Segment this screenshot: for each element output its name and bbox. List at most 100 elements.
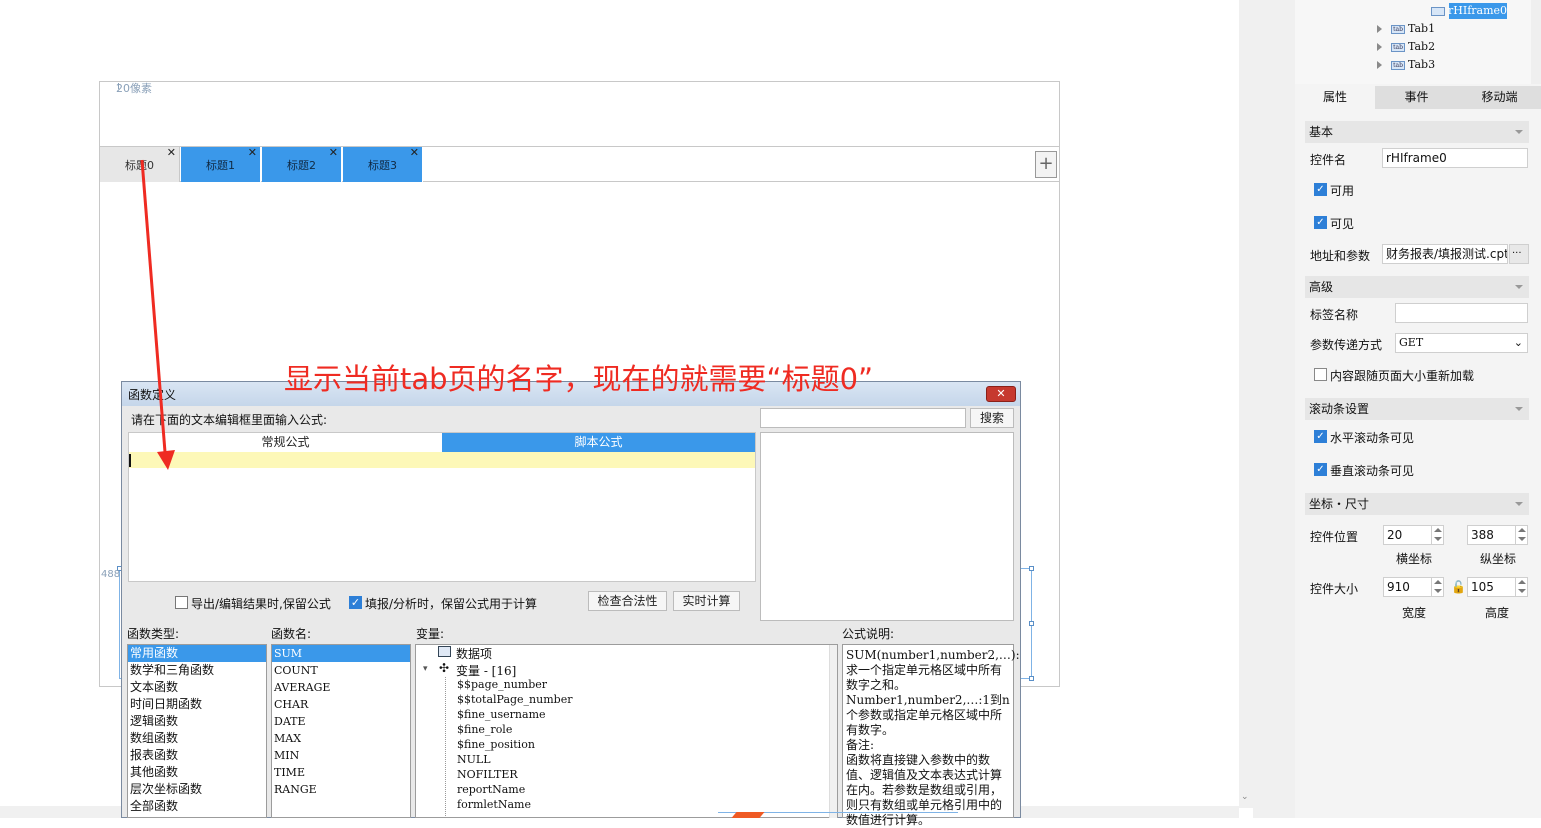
vertical-scrollbar[interactable] [1239, 0, 1253, 808]
formula-current-line[interactable] [129, 452, 755, 468]
close-icon[interactable]: ✕ [248, 146, 257, 159]
list-item[interactable]: CHAR [272, 696, 410, 713]
resize-reload-checkbox[interactable] [1314, 368, 1327, 381]
list-item[interactable]: RANGE [272, 781, 410, 798]
resize-handle[interactable] [1029, 676, 1034, 681]
height-caption: 高度 [1485, 606, 1510, 620]
chevron-right-icon[interactable] [1377, 43, 1382, 51]
chevron-down-icon[interactable]: ⌄ [1241, 792, 1251, 802]
tree-node-data-item[interactable]: 数据项 [456, 645, 492, 662]
enabled-label: 可用 [1330, 184, 1355, 198]
list-item[interactable]: 时间日期函数 [128, 696, 266, 713]
tab-normal-formula[interactable]: 常规公式 [129, 433, 442, 452]
control-name-input[interactable]: rHIframe0 [1382, 148, 1528, 168]
width-input[interactable]: 910 [1383, 577, 1444, 597]
url-browse-button[interactable]: ··· [1509, 244, 1529, 264]
list-item[interactable]: MAX [272, 730, 410, 747]
list-item[interactable]: SUM [272, 645, 410, 662]
lock-icon[interactable]: 🔓 [1451, 580, 1466, 594]
tree-node-tab2[interactable]: tab Tab2 [1391, 40, 1435, 53]
v-scroll-checkbox[interactable]: ✓ [1314, 463, 1327, 476]
tree-scrollbar[interactable] [1531, 0, 1541, 84]
tab-properties[interactable]: 属性 [1295, 86, 1375, 109]
chevron-right-icon[interactable] [1377, 61, 1382, 69]
search-results-box[interactable] [760, 432, 1014, 621]
h-scroll-checkbox[interactable]: ✓ [1314, 430, 1327, 443]
variable-item[interactable]: reportName [457, 783, 525, 796]
section-scrollbar[interactable]: 滚动条设置 [1305, 398, 1529, 420]
tab-mobile[interactable]: 移动端 [1458, 86, 1541, 109]
variable-item[interactable]: $$page_number [457, 678, 547, 691]
tree-node-label: rHIframe0 [1448, 4, 1508, 17]
tab-title3[interactable]: 标题3 ✕ [343, 146, 423, 182]
tab-title0[interactable]: 标题0 ✕ [100, 146, 180, 182]
variable-item[interactable]: $fine_role [457, 723, 512, 736]
variable-item[interactable]: formletName [457, 798, 531, 811]
variable-item[interactable]: NULL [457, 753, 491, 766]
list-item[interactable]: 其他函数 [128, 764, 266, 781]
variables-scrollbar[interactable] [829, 645, 837, 818]
width-value: 910 [1387, 580, 1410, 594]
tab-script-formula[interactable]: 脚本公式 [442, 433, 755, 452]
resize-handle[interactable] [1029, 566, 1034, 571]
close-icon[interactable]: ✕ [329, 146, 338, 159]
realtime-calc-button[interactable]: 实时计算 [673, 591, 740, 611]
chevron-down-icon[interactable]: ▾ [423, 664, 428, 674]
close-button[interactable]: ✕ [986, 386, 1016, 402]
check-validity-button[interactable]: 检查合法性 [588, 591, 667, 611]
list-item[interactable]: 数学和三角函数 [128, 662, 266, 679]
add-tab-button[interactable]: + [1035, 151, 1057, 178]
search-input[interactable] [760, 408, 966, 428]
visible-checkbox[interactable]: ✓ [1314, 216, 1327, 229]
export-keep-formula-checkbox[interactable] [175, 596, 188, 609]
list-item[interactable]: AVERAGE [272, 679, 410, 696]
url-input[interactable]: 财务报表/填报测试.cpt [1382, 244, 1508, 264]
search-button[interactable]: 搜索 [970, 408, 1014, 428]
tag-name-input[interactable] [1395, 303, 1528, 323]
stepper-icon[interactable] [1515, 526, 1527, 544]
url-label: 地址和参数 [1310, 249, 1371, 263]
tab-events[interactable]: 事件 [1376, 86, 1457, 109]
func-type-list[interactable]: 常用函数 数学和三角函数 文本函数 时间日期函数 逻辑函数 数组函数 报表函数 … [127, 644, 267, 818]
tree-node-tab1[interactable]: tab Tab1 [1391, 22, 1435, 35]
pos-x-input[interactable]: 20 [1383, 525, 1444, 545]
pos-y-input[interactable]: 388 [1467, 525, 1528, 545]
list-item[interactable]: 层次坐标函数 [128, 781, 266, 798]
chevron-down-icon [1515, 407, 1523, 411]
variable-item[interactable]: $fine_position [457, 738, 535, 751]
enabled-checkbox[interactable]: ✓ [1314, 183, 1327, 196]
list-item[interactable]: 逻辑函数 [128, 713, 266, 730]
chevron-right-icon[interactable] [1377, 25, 1382, 33]
tree-node-tab3[interactable]: tab Tab3 [1391, 58, 1435, 71]
close-icon[interactable]: ✕ [167, 146, 176, 159]
list-item[interactable]: TIME [272, 764, 410, 781]
list-item[interactable]: 文本函数 [128, 679, 266, 696]
tab-title1[interactable]: 标题1 ✕ [181, 146, 261, 182]
section-advanced[interactable]: 高级 [1305, 276, 1529, 298]
tree-node-iframe[interactable]: rHIframe0 [1431, 4, 1507, 17]
resize-handle[interactable] [1029, 621, 1034, 626]
formula-description: SUM(number1,number2,…):求一个指定单元格区域中所有数字之和… [846, 648, 1020, 827]
list-item[interactable]: 全部函数 [128, 798, 266, 815]
list-item[interactable]: COUNT [272, 662, 410, 679]
list-item[interactable]: DATE [272, 713, 410, 730]
section-coords[interactable]: 坐标・尺寸 [1305, 493, 1529, 515]
fill-keep-formula-checkbox[interactable]: ✓ [349, 596, 362, 609]
stepper-icon[interactable] [1431, 578, 1443, 596]
param-method-select[interactable]: GET ⌄ [1395, 333, 1528, 353]
variable-item[interactable]: $$totalPage_number [457, 693, 572, 706]
height-input[interactable]: 105 [1467, 577, 1528, 597]
variable-item[interactable]: NOFILTER [457, 768, 518, 781]
list-item[interactable]: 常用函数 [128, 645, 266, 662]
list-item[interactable]: 数组函数 [128, 730, 266, 747]
list-item[interactable]: 报表函数 [128, 747, 266, 764]
stepper-icon[interactable] [1515, 578, 1527, 596]
stepper-icon[interactable] [1431, 526, 1443, 544]
variable-item[interactable]: $fine_username [457, 708, 546, 721]
close-icon[interactable]: ✕ [410, 146, 419, 159]
section-basic[interactable]: 基本 [1305, 121, 1529, 143]
list-item[interactable]: MIN [272, 747, 410, 764]
tree-node-variables[interactable]: 变量 - [16] [456, 662, 516, 679]
func-name-list[interactable]: SUM COUNT AVERAGE CHAR DATE MAX MIN TIME… [271, 644, 411, 818]
tab-title2[interactable]: 标题2 ✕ [262, 146, 342, 182]
